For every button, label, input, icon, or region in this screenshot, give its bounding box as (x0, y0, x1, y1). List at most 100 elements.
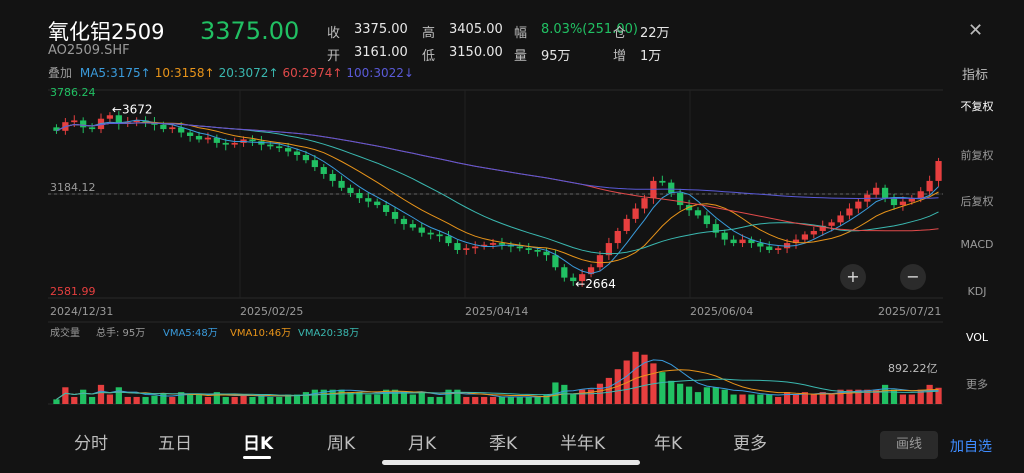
candle-body (935, 161, 942, 181)
volume-bar (641, 354, 648, 404)
volume-bar (757, 394, 764, 404)
candle-body (810, 230, 817, 235)
volume-bar (106, 394, 114, 404)
y-axis-label: 3786.24 (50, 86, 96, 99)
candle-body (356, 192, 363, 199)
quote-value: 3375.00 (354, 22, 408, 37)
candle-body (641, 198, 648, 209)
x-axis-label: 2025/06/04 (690, 305, 753, 318)
period-tab[interactable]: 五日 (158, 429, 192, 454)
volume-bar (124, 396, 131, 404)
period-tab[interactable]: 月K (408, 429, 436, 454)
low-marker: ←2664 (575, 277, 616, 291)
candle-body (498, 243, 506, 245)
period-tab[interactable]: 周K (327, 429, 355, 454)
volume-bar (481, 396, 488, 404)
volume-bar (881, 384, 889, 404)
volume-header: VMA20:38万 (298, 328, 359, 339)
candle-body (62, 122, 69, 131)
y-axis-label: 2581.99 (50, 285, 96, 298)
period-tab[interactable]: 年K (654, 429, 682, 454)
contract-title: 氧化铝2509 (48, 20, 165, 44)
ma-line (56, 122, 939, 232)
volume-bar (498, 396, 506, 404)
ma-line (56, 122, 939, 255)
quote-value: 1万 (640, 49, 662, 64)
candle-body (552, 255, 559, 268)
volume-bar (694, 392, 702, 404)
volume-bar (917, 389, 924, 404)
candle-body (792, 239, 800, 244)
active-tab-indicator (243, 456, 271, 459)
right-menu-item[interactable]: 不复权 (946, 98, 1008, 114)
candle-body (124, 122, 131, 124)
volume-bar (62, 387, 69, 404)
volume-bar (579, 389, 586, 404)
volume-bar (267, 396, 274, 404)
candle-body (115, 115, 122, 124)
candle-body (534, 249, 541, 252)
quote-label: 仓 (613, 26, 627, 41)
add-watchlist-button[interactable]: 加自选 (950, 436, 992, 456)
overlay-button[interactable]: 叠加 (48, 66, 72, 80)
volume-bar (668, 380, 675, 404)
zoom-in-button[interactable]: + (840, 264, 866, 290)
zoom-out-button[interactable]: − (900, 264, 926, 290)
volume-header: VMA10:46万 (230, 328, 291, 339)
right-menu-item[interactable]: 后复权 (946, 193, 1008, 209)
volume-bar (356, 392, 363, 404)
candle-body (659, 180, 666, 183)
volume-bar (445, 389, 452, 404)
volume-bar (534, 396, 541, 404)
volume-bar (570, 394, 577, 404)
volume-bar (88, 396, 96, 404)
volume-value-label: 892.22亿 (888, 362, 938, 375)
period-tab[interactable]: 日K (243, 429, 273, 454)
period-tab[interactable]: 季K (489, 429, 517, 454)
volume-bar (213, 392, 220, 404)
ma-item: 60:2974↑ (282, 66, 343, 80)
candle-body (427, 232, 434, 235)
close-icon[interactable]: ✕ (968, 20, 983, 41)
volume-bar (890, 389, 898, 404)
candle-body (320, 167, 327, 174)
candle-body (721, 232, 728, 240)
volume-bar (427, 396, 434, 404)
candle-body (516, 246, 523, 249)
volume-bar (846, 389, 853, 404)
candle-body (204, 137, 212, 140)
right-menu-item[interactable]: KDJ (946, 285, 1008, 298)
period-tab[interactable]: 分时 (74, 429, 108, 454)
volume-bar (703, 387, 711, 404)
candle-body (347, 187, 354, 193)
volume-bar (97, 384, 105, 404)
volume-bar (169, 396, 176, 404)
right-menu-item[interactable]: VOL (946, 331, 1008, 344)
period-tab[interactable]: 更多 (733, 429, 767, 454)
volume-bar (935, 387, 942, 404)
right-menu-item[interactable]: 前复权 (946, 147, 1008, 163)
volume-bar (374, 394, 381, 404)
candle-body (391, 211, 399, 219)
volume-bar (864, 389, 871, 404)
right-menu-item[interactable]: 更多 (946, 376, 1008, 392)
draw-line-button[interactable]: 画线 (880, 431, 938, 459)
quote-value: 3405.00 (449, 22, 503, 37)
candle-body (899, 201, 907, 206)
ma-legend: 叠加 MA5:3175↑ 10:3158↑ 20:3072↑ 60:2974↑ 100:… (48, 64, 422, 81)
volume-bar (819, 392, 826, 404)
indicator-title[interactable]: 指标 (962, 64, 988, 83)
candle-body (570, 277, 577, 282)
volume-ma-line (56, 359, 939, 400)
candle-body (276, 146, 283, 149)
volume-bar (766, 394, 773, 404)
volume-bar (71, 396, 78, 404)
candle-body (195, 135, 203, 140)
period-tab[interactable]: 半年K (560, 429, 605, 454)
candle-body (258, 141, 265, 145)
right-menu-item[interactable]: MACD (946, 238, 1008, 251)
candle-body (783, 243, 791, 249)
candle-body (587, 267, 595, 275)
candle-body (775, 248, 782, 250)
volume-bar (596, 383, 604, 404)
